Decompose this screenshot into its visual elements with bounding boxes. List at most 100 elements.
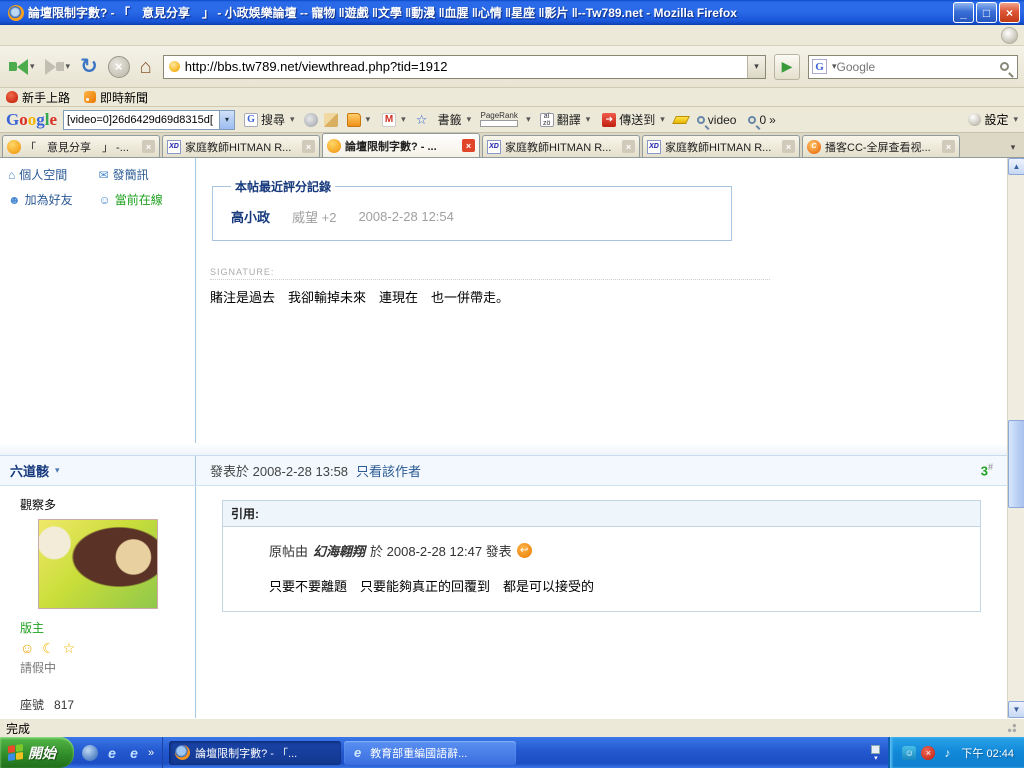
add-friend-icon: ☻ [8, 193, 21, 207]
task-button[interactable]: e 教育部重編國語辭... [344, 741, 516, 765]
menu-item[interactable] [6, 33, 24, 37]
tab-close-icon[interactable]: × [302, 140, 315, 153]
tab-close-icon[interactable]: × [782, 140, 795, 153]
reload-button[interactable]: ↻ [77, 51, 101, 83]
system-tray: ☺ × ♪ 下午 02:44 [888, 737, 1024, 768]
tab-close-icon[interactable]: × [142, 140, 155, 153]
chevron-down-icon: ▾ [586, 114, 591, 125]
scroll-down-icon[interactable]: ▼ [1008, 701, 1024, 718]
google-bookmarks-button[interactable]: 書籤 ▾ [435, 110, 475, 129]
browser-tab[interactable]: XD 家庭教師HITMAN R... × [482, 135, 640, 157]
search-label: 搜尋 [261, 111, 285, 128]
rating-user-link[interactable]: 高小政 [231, 207, 270, 226]
search-icon[interactable] [1000, 62, 1009, 71]
sendto-button[interactable]: ➜ 傳送到 ▾ [599, 110, 668, 129]
url-dropdown-button[interactable]: ▾ [747, 56, 765, 78]
word-find-video-button[interactable]: video [694, 112, 740, 128]
search-input[interactable] [837, 60, 996, 74]
firefox-icon [8, 5, 24, 21]
settings-icon [968, 113, 981, 126]
add-friend-link[interactable]: ☻ 加為好友 [8, 191, 97, 208]
pagerank-widget[interactable]: PageRank [480, 112, 518, 127]
stop-button[interactable]: × [105, 51, 133, 83]
personal-space-link[interactable]: ⌂ 個人空間 [8, 166, 97, 183]
volume-tray-icon[interactable]: ♪ [940, 746, 954, 760]
gmail-button[interactable]: M ▾ [379, 112, 409, 128]
site-favicon [169, 61, 180, 72]
stat-row: 文章 256 [20, 716, 187, 718]
signature-text: 賭注是過去 我卻輸掉未來 連現在 也一併帶走。 [210, 288, 989, 308]
bookmark-newbie[interactable]: 新手上路 [6, 89, 70, 106]
resize-grip[interactable] [1006, 722, 1018, 734]
forward-dropdown-icon[interactable]: ▾ [66, 61, 71, 72]
user-icon: ☺ [99, 193, 111, 207]
menu-item[interactable] [114, 33, 132, 37]
quote-header: 引用: [223, 501, 980, 527]
query-dropdown-icon[interactable]: ▾ [219, 111, 234, 129]
go-button[interactable]: ▶ [774, 54, 800, 80]
vertical-scrollbar[interactable]: ▲ ▼ [1007, 158, 1024, 718]
word-find-count-button[interactable]: 0 » [745, 112, 778, 128]
rss-icon [84, 91, 96, 103]
goto-quote-icon[interactable]: ↩ [517, 543, 532, 558]
quoted-user[interactable]: 幻海翱翔 [313, 541, 365, 560]
menu-item[interactable] [96, 33, 114, 37]
browser-tab[interactable]: XD 家庭教師HITMAN R... × [162, 135, 320, 157]
back-dropdown-icon[interactable]: ▾ [30, 61, 35, 72]
message-icon: ✉ [99, 168, 109, 182]
browser-tab[interactable]: XD 家庭教師HITMAN R... × [642, 135, 800, 157]
post-1: ⌂ 個人空間 ✉ 發簡訊 ☻ 加為好友 ☺ 當前在線 [0, 158, 1007, 443]
tab-list-dropdown[interactable]: ▾ [1004, 137, 1022, 157]
minimize-button[interactable]: _ [953, 2, 974, 23]
url-input[interactable] [185, 59, 747, 74]
google-search-button[interactable]: G 搜尋 ▾ [241, 110, 298, 129]
tab-close-icon[interactable]: × [942, 140, 955, 153]
task-icon [175, 745, 190, 760]
window-title: 論壇限制字數? - 「 意見分享 」 - 小政娛樂論壇 -- 寵物 ‖遊戲 ‖文… [28, 4, 953, 21]
close-button[interactable]: × [999, 2, 1020, 23]
only-author-link[interactable]: 只看該作者 [356, 461, 421, 480]
translate-button[interactable]: aízö 翻譯 ▾ [537, 110, 594, 129]
browser-tab[interactable]: 「 意見分享 」 -... × [2, 135, 160, 157]
send-message-link[interactable]: ✉ 發簡訊 [99, 166, 188, 183]
quick-launch-ie2-icon[interactable]: e [126, 745, 142, 761]
restore-button[interactable]: □ [976, 2, 997, 23]
tab-close-icon[interactable]: × [622, 140, 635, 153]
browser-tab[interactable]: C 播客CC-全屏查看视... × [802, 135, 960, 157]
quick-launch-sphere-icon[interactable] [82, 745, 98, 761]
menu-item[interactable] [78, 33, 96, 37]
highlighter-icon[interactable] [672, 116, 690, 124]
quick-launch-more-icon[interactable]: » [148, 747, 154, 759]
bookmark-news[interactable]: 即時新聞 [84, 89, 148, 106]
menu-item[interactable] [42, 33, 60, 37]
language-bar-indicator[interactable]: ▾ [871, 745, 888, 761]
taskbar: 開始 e e » 論壇限制字數? - 「... e 教育部重編國語辭... ▾ … [0, 737, 1024, 768]
compass-icon[interactable] [304, 113, 318, 127]
chevron-down-icon[interactable]: ▾ [526, 114, 531, 125]
post2-author-link[interactable]: 六道骸 ▾ [0, 456, 196, 485]
tab-close-icon[interactable]: × [462, 139, 475, 152]
network-error-tray-icon[interactable]: × [921, 746, 935, 760]
tab-favicon: C [807, 140, 821, 154]
post-separator [0, 443, 1007, 456]
settings-button[interactable]: 設定 ▾ [968, 111, 1018, 128]
task-icon: e [350, 745, 365, 760]
quote-box: 引用: 原帖由 幻海翱翔 於 2008-2-28 12:47 發表 ↩ 只要不要… [222, 500, 981, 612]
back-button[interactable]: ▾ [6, 51, 38, 83]
scrollbar-thumb[interactable] [1008, 420, 1024, 508]
browser-tab[interactable]: 論壇限制字數? - ... × [322, 133, 480, 157]
photos-icon[interactable] [324, 113, 338, 127]
google-query-input[interactable] [64, 114, 219, 126]
forward-button[interactable]: ▾ [42, 51, 74, 83]
home-button[interactable]: ⌂ [137, 51, 155, 83]
task-button[interactable]: 論壇限制字數? - 「... [169, 741, 341, 765]
menu-item[interactable] [60, 33, 78, 37]
star-icon[interactable]: ☆ [415, 113, 429, 127]
pagerank-label: PageRank [480, 112, 517, 120]
messenger-tray-icon[interactable]: ☺ [902, 746, 916, 760]
scroll-up-icon[interactable]: ▲ [1008, 158, 1024, 175]
folder-button[interactable]: ▾ [344, 112, 374, 128]
menu-item[interactable] [24, 33, 42, 37]
start-button[interactable]: 開始 [0, 737, 74, 768]
quick-launch-ie-icon[interactable]: e [104, 745, 120, 761]
